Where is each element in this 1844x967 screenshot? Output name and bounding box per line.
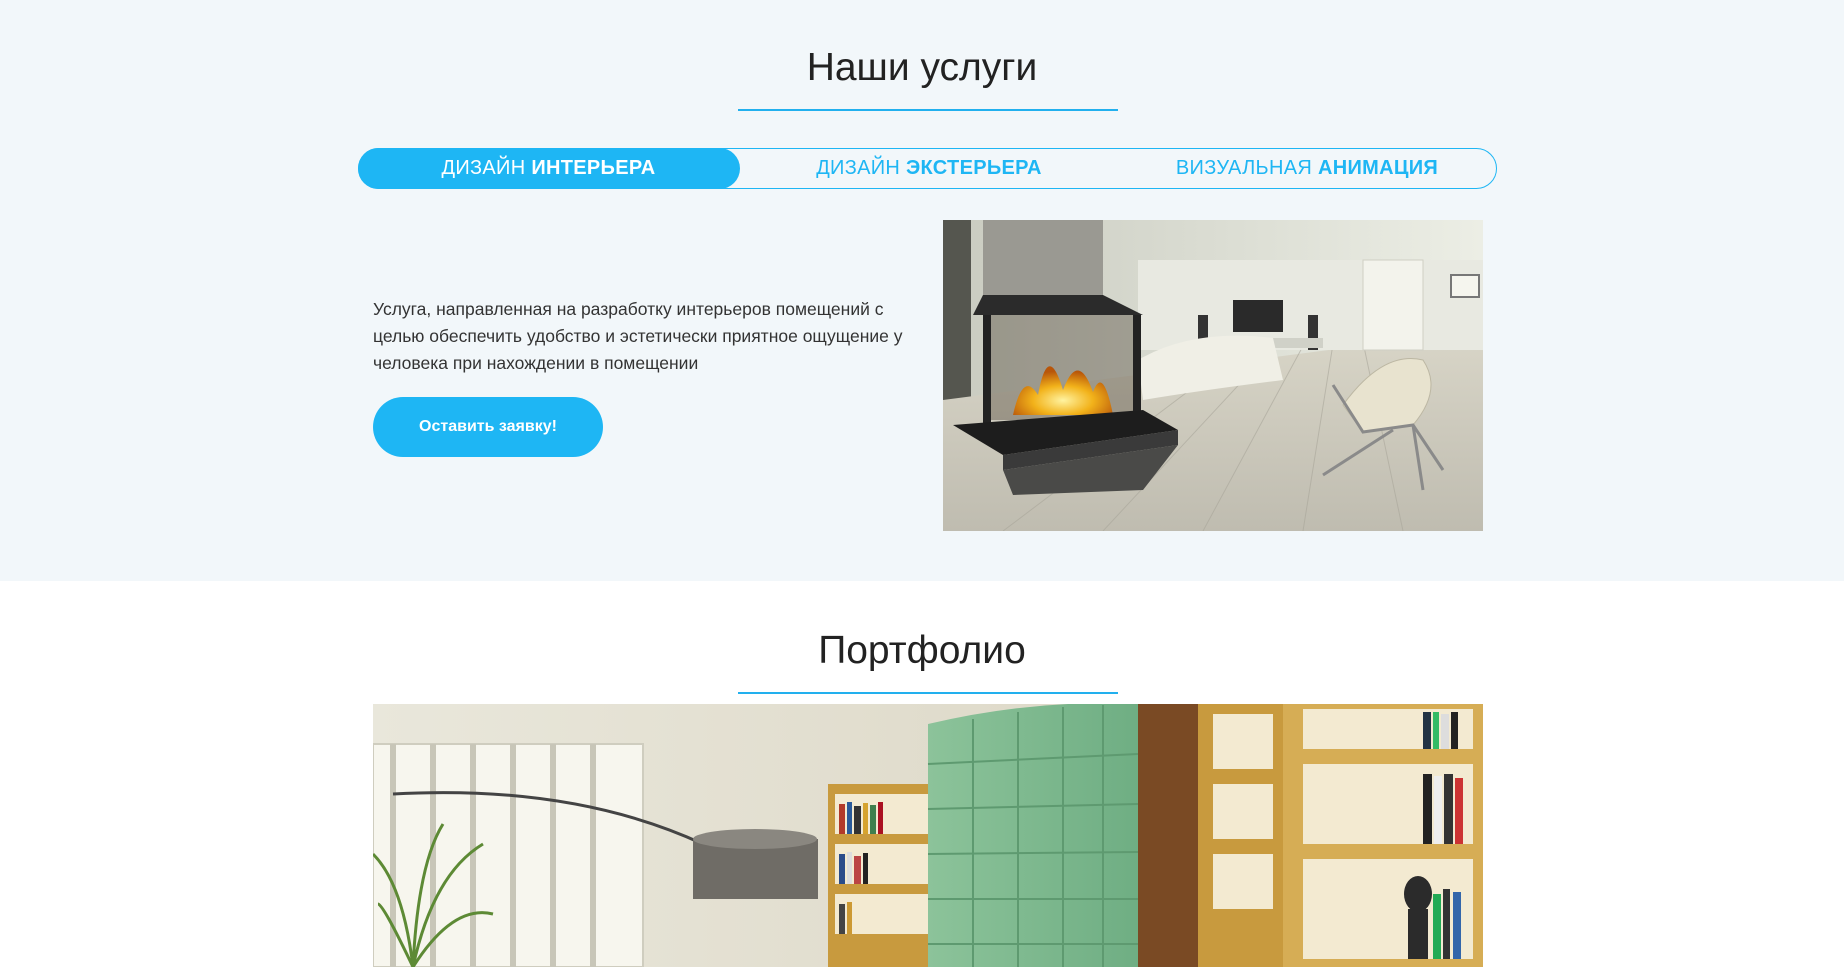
tab-exterior-bold: ЭКСТЕРЬЕРА xyxy=(906,156,1042,179)
portfolio-title: Портфолио xyxy=(818,629,1026,672)
portfolio-title-underline xyxy=(738,692,1118,694)
tab-animation-bold: АНИМАЦИЯ xyxy=(1317,156,1439,179)
tab-interior-design[interactable]: ДИЗАЙН ИНТЕРЬЕРА xyxy=(357,147,740,189)
tab-animation-prefix: ВИЗУАЛЬНАЯ xyxy=(1175,156,1313,179)
interior-fireplace-image xyxy=(943,220,1483,531)
tab-interior-prefix: ДИЗАЙН xyxy=(441,156,526,179)
services-title: Наши услуги xyxy=(806,46,1038,89)
services-title-underline xyxy=(738,109,1118,111)
portfolio-room-image xyxy=(373,704,1483,967)
services-section: Наши услуги ДИЗАЙН ИНТЕРЬЕРА ДИЗАЙН ЭКСТ… xyxy=(0,0,1844,581)
tab-interior-bold: ИНТЕРЬЕРА xyxy=(531,156,656,179)
services-tabs: ДИЗАЙН ИНТЕРЬЕРА ДИЗАЙН ЭКСТЕРЬЕРА ВИЗУА… xyxy=(357,147,1497,189)
tab-visual-animation[interactable]: ВИЗУАЛЬНАЯ АНИМАЦИЯ xyxy=(1119,148,1495,189)
tab-exterior-prefix: ДИЗАЙН xyxy=(816,156,901,179)
service-description: Услуга, направленная на разработку интер… xyxy=(373,299,903,373)
submit-request-button[interactable]: Оставить заявку! xyxy=(373,397,603,457)
tab-exterior-design[interactable]: ДИЗАЙН ЭКСТЕРЬЕРА xyxy=(739,148,1119,189)
